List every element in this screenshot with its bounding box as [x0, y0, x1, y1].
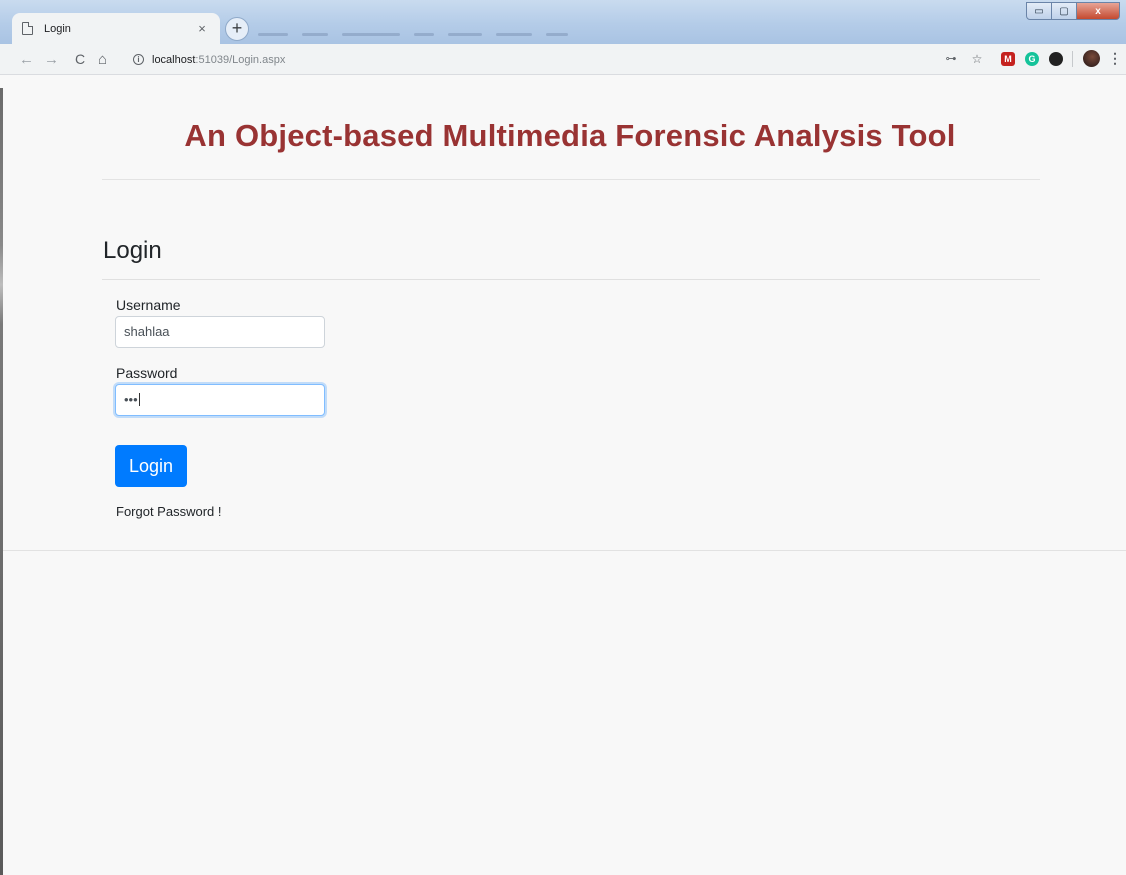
page-title: An Object-based Multimedia Forensic Anal… [184, 118, 956, 153]
username-value: shahlaa [124, 324, 170, 339]
window-left-edge [0, 88, 3, 875]
grammarly-icon[interactable]: G [1025, 51, 1039, 66]
reload-icon[interactable]: C [75, 51, 85, 68]
tab-login[interactable]: Login × [12, 13, 220, 44]
password-value: ••• [124, 392, 138, 407]
url-host: localhost [152, 53, 196, 66]
browser-toolbar: ← → C ⌂ i localhost:51039/Login.aspx ⊶ ☆… [0, 44, 1126, 75]
title-divider [102, 179, 1040, 180]
site-info-icon[interactable]: i [133, 54, 144, 65]
toolbar-separator [1072, 50, 1073, 67]
browser-titlebar: Login × + ▭ ▢ x [0, 0, 1126, 44]
login-button[interactable]: Login [115, 445, 187, 487]
login-heading: Login [103, 237, 162, 264]
page-icon [22, 22, 33, 35]
close-window-button[interactable]: x [1077, 2, 1120, 20]
new-tab-button[interactable]: + [225, 17, 249, 41]
key-icon[interactable]: ⊶ [943, 51, 959, 67]
forward-arrow-icon[interactable]: → [44, 51, 59, 68]
url-path: :51039/Login.aspx [195, 53, 286, 66]
password-label: Password [116, 365, 178, 381]
maximize-button[interactable]: ▢ [1052, 2, 1077, 20]
back-arrow-icon[interactable]: ← [19, 51, 34, 68]
home-icon[interactable]: ⌂ [98, 51, 107, 68]
extension-m-icon[interactable]: M [1001, 51, 1015, 66]
window-controls: ▭ ▢ x [1026, 2, 1120, 20]
login-divider [102, 279, 1040, 280]
extension-dark-icon[interactable] [1049, 51, 1063, 66]
close-tab-icon[interactable]: × [194, 21, 210, 37]
profile-avatar[interactable] [1083, 50, 1100, 67]
more-menu-icon[interactable]: ⋮ [1108, 50, 1122, 67]
minimize-button[interactable]: ▭ [1026, 2, 1052, 20]
tab-title: Login [44, 22, 71, 35]
password-field[interactable]: ••• [115, 384, 325, 416]
background-window-menu [258, 33, 568, 41]
text-caret [138, 393, 140, 406]
toolbar-right-icons: ⊶ ☆ M G ⋮ [943, 50, 1122, 67]
forgot-password-link[interactable]: Forgot Password ! [116, 504, 222, 519]
username-label: Username [116, 297, 181, 313]
footer-divider [3, 550, 1126, 551]
username-field[interactable]: shahlaa [115, 316, 325, 348]
star-icon[interactable]: ☆ [969, 51, 985, 67]
